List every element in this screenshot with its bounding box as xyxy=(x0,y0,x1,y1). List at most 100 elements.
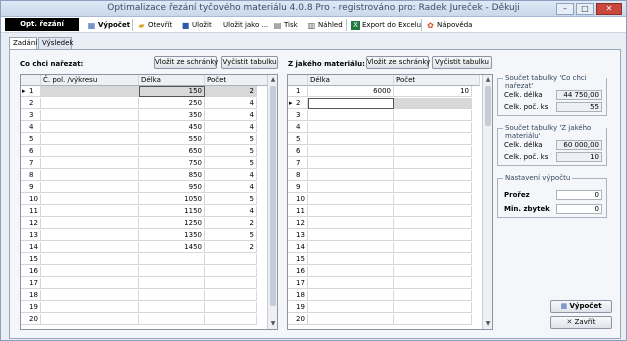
scroll-thumb[interactable] xyxy=(485,86,491,126)
row-number[interactable]: 19 xyxy=(21,302,41,313)
part-number-cell[interactable] xyxy=(41,182,139,193)
length-cell[interactable]: 150 xyxy=(139,86,205,97)
count-cell[interactable] xyxy=(205,302,257,313)
table-row[interactable]: ▸ 2 xyxy=(288,98,472,109)
row-number[interactable]: 14 xyxy=(288,242,308,253)
count-cell[interactable] xyxy=(394,254,472,265)
length-cell[interactable] xyxy=(308,230,394,241)
row-number[interactable]: 18 xyxy=(288,290,308,301)
material-table-scrollbar[interactable]: ▲ ▼ xyxy=(482,75,492,329)
length-cell[interactable] xyxy=(308,110,394,121)
row-number[interactable]: 13 xyxy=(288,230,308,241)
table-row[interactable]: 4 450 4 xyxy=(21,122,257,133)
row-number[interactable]: ▸ 2 xyxy=(288,98,308,109)
table-row[interactable]: ▸ 1 150 2 xyxy=(21,86,257,97)
table-row[interactable]: 5 xyxy=(288,134,472,145)
row-number[interactable]: 17 xyxy=(21,278,41,289)
scroll-down-icon[interactable]: ▼ xyxy=(268,319,277,329)
material-header-count[interactable]: Počet xyxy=(394,75,480,86)
table-row[interactable]: 7 xyxy=(288,158,472,169)
count-cell[interactable]: 5 xyxy=(205,134,257,145)
length-cell[interactable]: 1350 xyxy=(139,230,205,241)
row-number[interactable]: 5 xyxy=(21,134,41,145)
length-cell[interactable] xyxy=(308,314,394,325)
length-cell[interactable]: 350 xyxy=(139,110,205,121)
maximize-button[interactable]: □ xyxy=(576,3,594,15)
row-number[interactable]: 14 xyxy=(21,242,41,253)
count-cell[interactable] xyxy=(205,278,257,289)
menu-preview[interactable]: ▥ Náhled xyxy=(307,19,343,31)
count-cell[interactable]: 2 xyxy=(205,242,257,253)
row-number[interactable]: 11 xyxy=(21,206,41,217)
table-row[interactable]: 17 xyxy=(21,278,257,289)
table-row[interactable]: 3 350 4 xyxy=(21,110,257,121)
length-cell[interactable]: 1450 xyxy=(139,242,205,253)
row-number[interactable]: 15 xyxy=(21,254,41,265)
min-remainder-input[interactable]: 0 xyxy=(556,204,602,214)
length-cell[interactable] xyxy=(139,278,205,289)
table-row[interactable]: 12 1250 2 xyxy=(21,218,257,229)
part-number-cell[interactable] xyxy=(41,158,139,169)
row-number[interactable]: 12 xyxy=(21,218,41,229)
row-number[interactable]: 8 xyxy=(21,170,41,181)
table-row[interactable]: 6 xyxy=(288,146,472,157)
calculate-button[interactable]: ▦ Výpočet xyxy=(550,300,612,313)
count-cell[interactable] xyxy=(394,194,472,205)
count-cell[interactable] xyxy=(394,266,472,277)
count-cell[interactable] xyxy=(394,278,472,289)
length-cell[interactable] xyxy=(308,182,394,193)
length-cell[interactable]: 450 xyxy=(139,122,205,133)
table-row[interactable]: 8 850 4 xyxy=(21,170,257,181)
table-row[interactable]: 15 xyxy=(21,254,257,265)
row-number[interactable]: 7 xyxy=(21,158,41,169)
menu-print[interactable]: ▤ Tisk xyxy=(273,19,298,31)
kerf-input[interactable]: 0 xyxy=(556,190,602,200)
table-row[interactable]: 16 xyxy=(288,266,472,277)
length-cell[interactable]: 6000 xyxy=(308,86,394,97)
count-cell[interactable]: 2 xyxy=(205,86,257,97)
table-row[interactable]: 13 1350 5 xyxy=(21,230,257,241)
length-cell[interactable]: 1150 xyxy=(139,206,205,217)
count-cell[interactable] xyxy=(205,266,257,277)
table-row[interactable]: 19 xyxy=(21,302,257,313)
material-paste-button[interactable]: Vložit ze schránky xyxy=(366,56,430,69)
row-number[interactable]: 18 xyxy=(21,290,41,301)
table-row[interactable]: 8 xyxy=(288,170,472,181)
row-number[interactable]: 10 xyxy=(288,194,308,205)
row-number[interactable]: 3 xyxy=(21,110,41,121)
material-table[interactable]: Délka Počet 1 6000 10 ▸ 2 3 4 5 6 7 8 9 10 11 12 13 14 15… xyxy=(287,74,493,330)
count-cell[interactable] xyxy=(205,314,257,325)
tab-result[interactable]: Výsledek xyxy=(38,37,73,49)
count-cell[interactable]: 5 xyxy=(205,194,257,205)
part-number-cell[interactable] xyxy=(41,302,139,313)
row-number[interactable]: 20 xyxy=(288,314,308,325)
length-cell[interactable] xyxy=(308,98,394,109)
length-cell[interactable]: 1050 xyxy=(139,194,205,205)
table-row[interactable]: 14 1450 2 xyxy=(21,242,257,253)
scroll-up-icon[interactable]: ▲ xyxy=(483,75,492,85)
length-cell[interactable]: 1250 xyxy=(139,218,205,229)
row-number[interactable]: 6 xyxy=(21,146,41,157)
length-cell[interactable] xyxy=(308,170,394,181)
count-cell[interactable] xyxy=(205,254,257,265)
row-number[interactable]: 10 xyxy=(21,194,41,205)
part-number-cell[interactable] xyxy=(41,230,139,241)
row-number[interactable]: 12 xyxy=(288,218,308,229)
cut-header-part[interactable]: Č. pol. /výkresu xyxy=(41,75,139,86)
length-cell[interactable]: 250 xyxy=(139,98,205,109)
length-cell[interactable] xyxy=(308,158,394,169)
length-cell[interactable] xyxy=(308,242,394,253)
count-cell[interactable] xyxy=(394,314,472,325)
table-row[interactable]: 10 1050 5 xyxy=(21,194,257,205)
table-row[interactable]: 18 xyxy=(288,290,472,301)
count-cell[interactable] xyxy=(394,242,472,253)
length-cell[interactable] xyxy=(139,254,205,265)
length-cell[interactable] xyxy=(139,266,205,277)
part-number-cell[interactable] xyxy=(41,218,139,229)
length-cell[interactable] xyxy=(308,122,394,133)
length-cell[interactable]: 550 xyxy=(139,134,205,145)
row-number[interactable]: 5 xyxy=(288,134,308,145)
row-number[interactable]: 1 xyxy=(288,86,308,97)
count-cell[interactable] xyxy=(394,122,472,133)
part-number-cell[interactable] xyxy=(41,314,139,325)
